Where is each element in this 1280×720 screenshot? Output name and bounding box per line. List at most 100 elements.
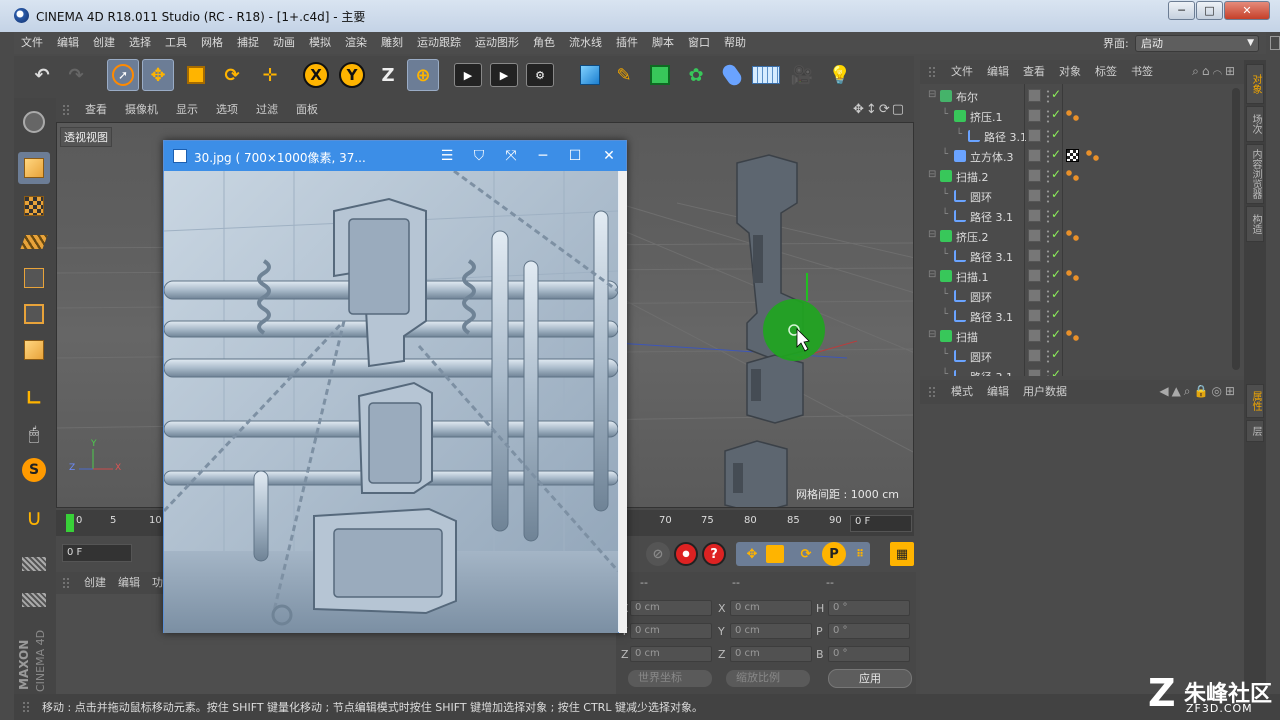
minimize-icon[interactable]: ─ (533, 146, 553, 166)
key-rotation-icon[interactable]: ⟳ (794, 542, 818, 566)
object-list-scrollbar[interactable] (1232, 88, 1240, 370)
phong-tag-icon[interactable] (1066, 110, 1080, 122)
skin-icon[interactable]: ⛉ (469, 146, 489, 166)
layer-visibility-icon[interactable] (1028, 349, 1041, 362)
object-row[interactable]: ⊟ 扫描.1 ✓ (920, 266, 1230, 286)
menu-motion-tracking[interactable]: 运动跟踪 (410, 32, 468, 54)
object-row[interactable]: └ 路径 3.1 ✓ (920, 246, 1230, 266)
drag-handle-icon[interactable] (62, 104, 70, 116)
tree-expand-icon[interactable]: └ (942, 149, 948, 160)
object-row[interactable]: └ 圆环 ✓ (920, 286, 1230, 306)
viewport-menu-panel[interactable]: 面板 (287, 98, 327, 122)
layer-visibility-icon[interactable] (1028, 249, 1041, 262)
nurbs-icon[interactable] (644, 59, 676, 91)
enabled-check-icon[interactable]: ✓ (1051, 187, 1061, 201)
layer-visibility-icon[interactable] (1028, 289, 1041, 302)
am-menu-edit[interactable]: 编辑 (980, 380, 1016, 404)
rot-p-field[interactable]: 0 ° (828, 623, 910, 639)
object-row[interactable]: └ 路径 3.1 ✓ (920, 126, 1230, 146)
timeline-window-icon[interactable]: ▦ (890, 542, 914, 566)
maximize-button[interactable]: □ (1196, 1, 1223, 20)
pen-spline-icon[interactable]: ✎ (608, 59, 640, 91)
phong-tag-icon[interactable] (1066, 330, 1080, 342)
tree-expand-icon[interactable]: └ (942, 189, 948, 200)
tab-layers[interactable]: 层 (1246, 420, 1264, 442)
tree-expand-icon[interactable]: └ (942, 369, 948, 376)
tab-takes[interactable]: 场次 (1246, 106, 1264, 142)
menu-snap[interactable]: 捕捉 (230, 32, 266, 54)
menu-simulate[interactable]: 模拟 (302, 32, 338, 54)
model-mode-icon[interactable] (18, 152, 50, 184)
record-keyframe-icon[interactable]: ⏺ (674, 542, 698, 566)
om-search-home-icons[interactable]: ⌕⌂⌒⊞ (1192, 64, 1238, 79)
enabled-check-icon[interactable]: ✓ (1051, 107, 1061, 121)
minimize-button[interactable]: ─ (1168, 1, 1195, 20)
world-coordinates-dropdown[interactable]: 世界坐标 (628, 670, 712, 687)
y-axis-lock-button[interactable]: Y (336, 59, 368, 91)
viewport-menu-camera[interactable]: 摄像机 (116, 98, 167, 122)
om-menu-file[interactable]: 文件 (944, 60, 980, 84)
image-viewer-window[interactable]: 30.jpg ( 700×1000像素, 37... ☰ ⛉ ⤧ ─ ☐ ✕ (163, 140, 627, 633)
tree-expand-icon[interactable]: └ (942, 309, 948, 320)
live-selection-icon[interactable]: ➚ (107, 59, 139, 91)
am-menu-mode[interactable]: 模式 (944, 380, 980, 404)
layer-visibility-icon[interactable] (1028, 269, 1041, 282)
edges-mode-icon[interactable] (18, 298, 50, 330)
tree-expand-icon[interactable]: ⊟ (928, 89, 936, 100)
layer-visibility-icon[interactable] (1028, 149, 1041, 162)
menu-select[interactable]: 选择 (122, 32, 158, 54)
menu-create[interactable]: 创建 (86, 32, 122, 54)
motion-record-icon[interactable]: ⊘ (646, 542, 670, 566)
playhead[interactable] (66, 514, 74, 532)
end-frame-field[interactable]: 0 F (850, 515, 912, 532)
am-menu-user-data[interactable]: 用户数据 (1016, 380, 1074, 404)
lock-workplane-icon[interactable] (18, 548, 50, 580)
undo-icon[interactable]: ↶ (26, 59, 58, 91)
menu-script[interactable]: 脚本 (645, 32, 681, 54)
menu-pipeline[interactable]: 流水线 (562, 32, 609, 54)
menu-mesh[interactable]: 网格 (194, 32, 230, 54)
layer-visibility-icon[interactable] (1028, 369, 1041, 376)
menu-sculpt[interactable]: 雕刻 (374, 32, 410, 54)
current-frame-field[interactable]: 0 F (62, 544, 132, 562)
make-editable-icon[interactable] (18, 106, 50, 138)
viewport-menu-filter[interactable]: 过滤 (247, 98, 287, 122)
om-menu-objects[interactable]: 对象 (1052, 60, 1088, 84)
enabled-check-icon[interactable]: ✓ (1051, 87, 1061, 101)
object-row[interactable]: └ 圆环 ✓ (920, 346, 1230, 366)
enabled-check-icon[interactable]: ✓ (1051, 227, 1061, 241)
tree-expand-icon[interactable]: └ (942, 209, 948, 220)
enabled-check-icon[interactable]: ✓ (1051, 307, 1061, 321)
axis-mode-icon[interactable]: ∟ (18, 382, 50, 414)
cube-primitive-icon[interactable] (574, 59, 606, 91)
om-menu-view[interactable]: 查看 (1016, 60, 1052, 84)
snap-enable-icon[interactable]: S (18, 454, 50, 486)
auto-keyframe-icon[interactable]: ? (702, 542, 726, 566)
tab-content-browser[interactable]: 内容浏览器 (1246, 144, 1264, 204)
menu-character[interactable]: 角色 (526, 32, 562, 54)
enabled-check-icon[interactable]: ✓ (1051, 147, 1061, 161)
drag-handle-icon[interactable] (928, 66, 936, 78)
viewport-navigation-icons[interactable]: ✥↕⟳▢ (853, 102, 906, 117)
object-row[interactable]: ⊟ 扫描 ✓ (920, 326, 1230, 346)
image-viewer-titlebar[interactable]: 30.jpg ( 700×1000像素, 37... ☰ ⛉ ⤧ ─ ☐ ✕ (164, 141, 626, 171)
menu-file[interactable]: 文件 (14, 32, 50, 54)
coordinate-system-icon[interactable]: ⊕ (407, 59, 439, 91)
object-row[interactable]: └ 路径 3.1 ✓ (920, 366, 1230, 376)
drag-handle-icon[interactable] (22, 701, 30, 713)
key-parameter-icon[interactable]: P (822, 542, 846, 566)
enabled-check-icon[interactable]: ✓ (1051, 347, 1061, 361)
tab-objects[interactable]: 对象 (1246, 64, 1264, 104)
column-divider[interactable] (1024, 84, 1025, 376)
tree-expand-icon[interactable]: ⊟ (928, 229, 936, 240)
om-menu-bookmarks[interactable]: 书签 (1124, 60, 1160, 84)
size-x-field[interactable]: 0 cm (730, 600, 812, 616)
apply-button[interactable]: 应用 (828, 669, 912, 688)
object-row[interactable]: └ 圆环 ✓ (920, 186, 1230, 206)
rotate-tool-icon[interactable]: ⟳ (216, 59, 248, 91)
material-menu-create[interactable]: 创建 (78, 572, 112, 594)
menu-edit[interactable]: 编辑 (50, 32, 86, 54)
tree-expand-icon[interactable]: └ (942, 249, 948, 260)
object-row[interactable]: ⊟ 扫描.2 ✓ (920, 166, 1230, 186)
enabled-check-icon[interactable]: ✓ (1051, 167, 1061, 181)
